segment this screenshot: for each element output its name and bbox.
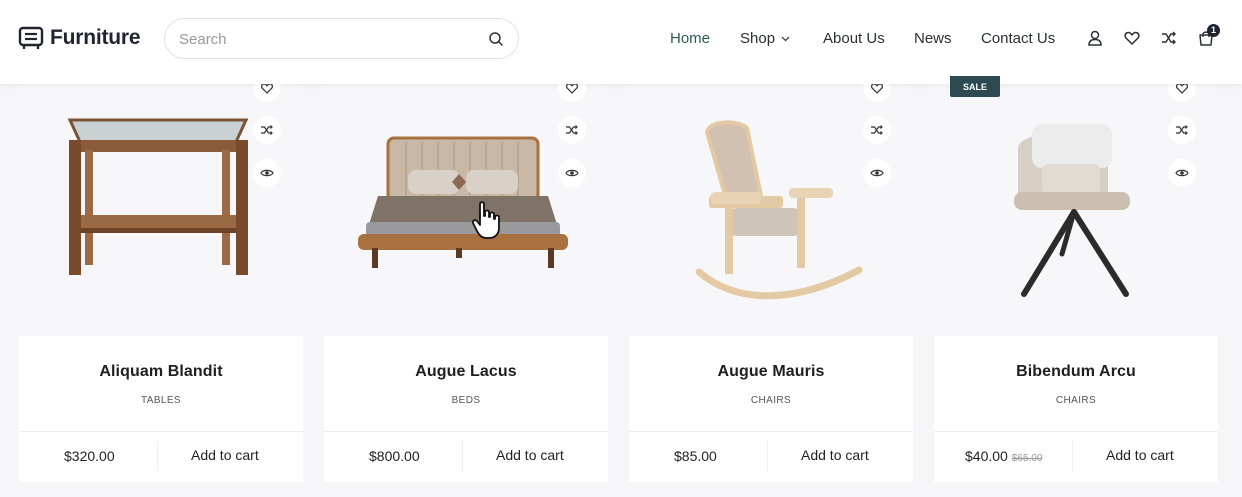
compare-icon [261, 125, 273, 135]
divider [934, 431, 1218, 432]
product-name[interactable]: Augue Lacus [324, 363, 608, 381]
chevron-down-icon [781, 36, 790, 42]
quick-view-button[interactable] [1168, 159, 1196, 187]
compare-icon [566, 125, 578, 135]
store-logo-icon [18, 26, 44, 49]
product-price: $320.00 [64, 448, 115, 464]
price-original: $65.00 [1011, 453, 1043, 464]
eye-icon [870, 169, 884, 177]
search-box [164, 18, 519, 59]
divider [157, 441, 158, 471]
compare-icon [871, 125, 883, 135]
user-icon[interactable] [1086, 29, 1104, 47]
add-to-cart-button[interactable]: Add to cart [1106, 447, 1174, 463]
divider [767, 441, 768, 471]
price-current: $320.00 [64, 448, 115, 464]
compare-button[interactable] [558, 116, 586, 144]
nav-shop[interactable]: Shop [740, 30, 790, 47]
site-header: Furniture Home Shop About Us News Contac… [0, 0, 1242, 84]
search-icon[interactable] [488, 31, 504, 47]
compare-icon [1176, 125, 1188, 135]
eye-icon [565, 169, 579, 177]
cart-count-badge: 1 [1207, 24, 1220, 37]
price-current: $800.00 [369, 448, 420, 464]
nav-home[interactable]: Home [670, 30, 710, 47]
product-info [19, 336, 303, 482]
product-card: Aliquam Blandit TABLES $320.00 Add to ca… [19, 74, 303, 484]
nav-about-us[interactable]: About Us [823, 30, 885, 47]
hand-pointer-cursor-icon [471, 201, 500, 239]
divider [629, 431, 913, 432]
quick-view-button[interactable] [558, 159, 586, 187]
quick-view-button[interactable] [863, 159, 891, 187]
quick-view-button[interactable] [253, 159, 281, 187]
eye-icon [260, 169, 274, 177]
nav-shop-label: Shop [740, 30, 776, 47]
brand-name: Furniture [50, 26, 141, 49]
nav-news[interactable]: News [914, 30, 952, 47]
product-price: $40.00 $65.00 [965, 448, 1042, 464]
price-current: $40.00 [965, 448, 1008, 464]
product-category[interactable]: BEDS [324, 395, 608, 406]
product-card: SALE Bibendum Arcu CHAIRS $40.00 $65.00 A… [934, 74, 1218, 484]
product-price: $800.00 [369, 448, 420, 464]
add-to-cart-button[interactable]: Add to cart [191, 447, 259, 463]
compare-button[interactable] [863, 116, 891, 144]
price-current: $85.00 [674, 448, 717, 464]
divider [324, 431, 608, 432]
heart-icon[interactable] [1123, 29, 1141, 47]
product-category[interactable]: CHAIRS [934, 395, 1218, 406]
compare-icon[interactable] [1160, 29, 1178, 47]
search-input[interactable] [179, 29, 469, 49]
nav-contact-us[interactable]: Contact Us [981, 30, 1055, 47]
product-category[interactable]: TABLES [19, 395, 303, 406]
compare-button[interactable] [253, 116, 281, 144]
product-card: Augue Lacus BEDS $800.00 Add to cart [324, 74, 608, 484]
brand-logo[interactable]: Furniture [18, 25, 141, 51]
product-name[interactable]: Augue Mauris [629, 363, 913, 381]
product-price: $85.00 [674, 448, 717, 464]
product-name[interactable]: Aliquam Blandit [19, 363, 303, 381]
product-category[interactable]: CHAIRS [629, 395, 913, 406]
divider [19, 431, 303, 432]
product-info [324, 336, 608, 482]
compare-button[interactable] [1168, 116, 1196, 144]
sale-badge: SALE [950, 76, 1000, 97]
add-to-cart-button[interactable]: Add to cart [801, 447, 869, 463]
divider [1072, 441, 1073, 471]
product-info [629, 336, 913, 482]
divider [462, 441, 463, 471]
product-name[interactable]: Bibendum Arcu [934, 363, 1218, 381]
add-to-cart-button[interactable]: Add to cart [496, 447, 564, 463]
product-card: Augue Mauris CHAIRS $85.00 Add to cart [629, 74, 913, 484]
eye-icon [1175, 169, 1189, 177]
